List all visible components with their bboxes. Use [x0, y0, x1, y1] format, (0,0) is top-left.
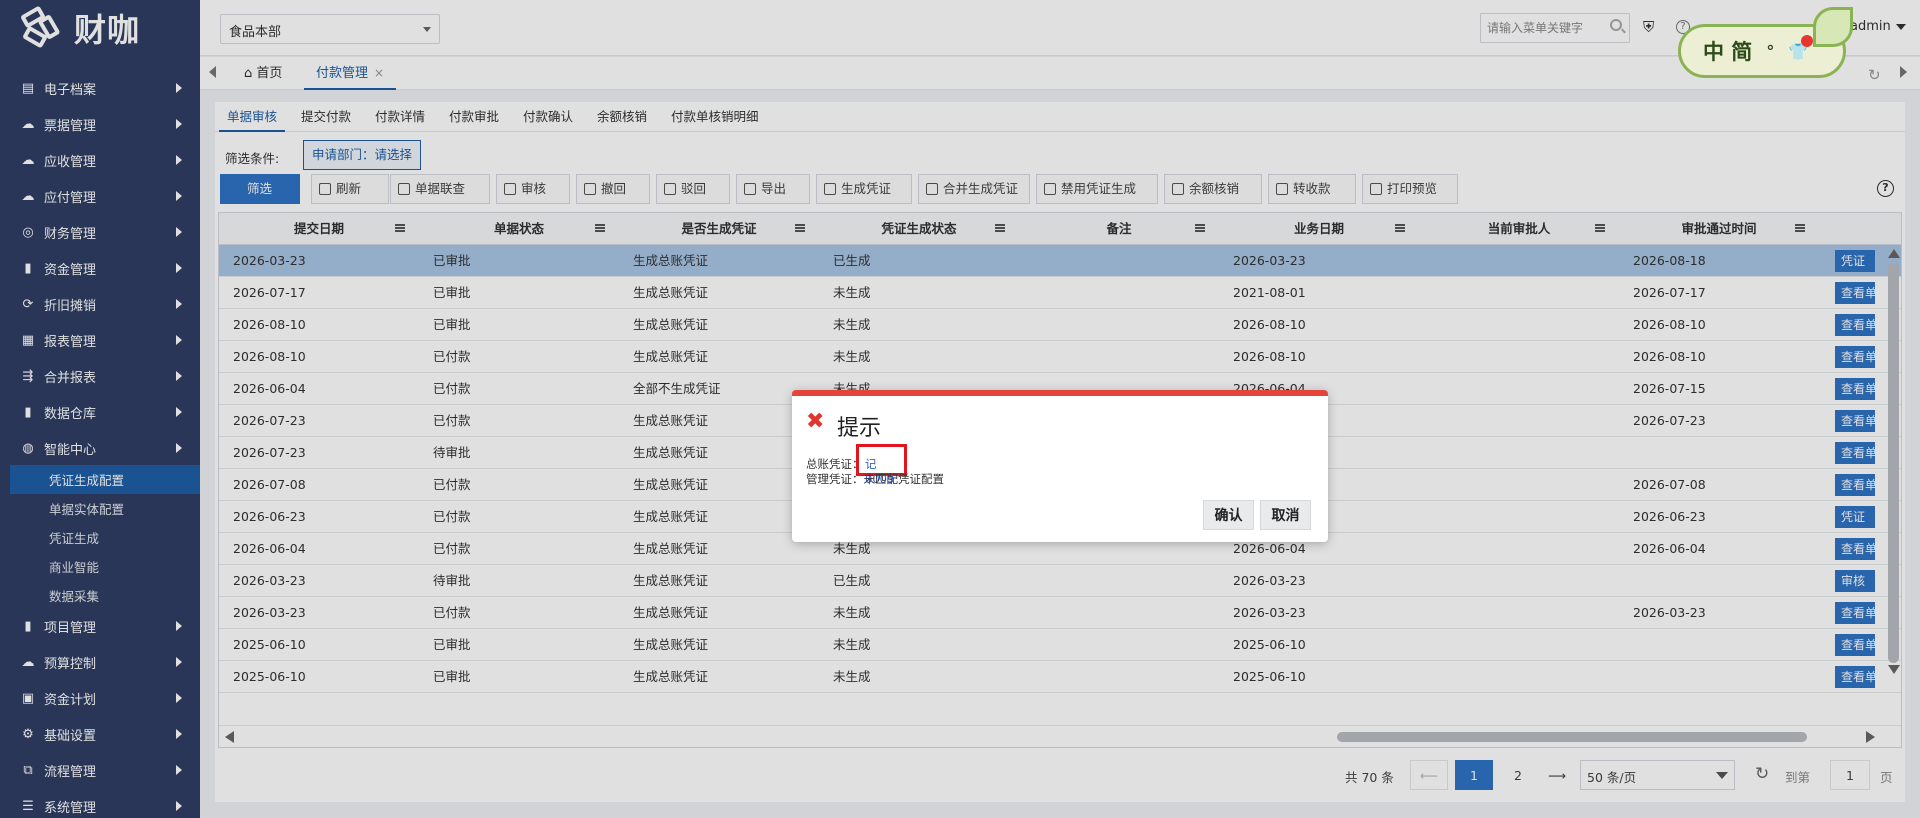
cancel-button[interactable]: 取消 — [1260, 500, 1311, 530]
leaf-decoration-icon — [1813, 7, 1853, 47]
ledger-voucher-label: 总账凭证： — [806, 457, 864, 471]
ime-punct-icon[interactable]: ° — [1766, 42, 1774, 61]
confirm-button[interactable]: 确认 — [1203, 500, 1254, 530]
management-voucher-text: 管理凭证：未匹配凭证配置 — [806, 472, 944, 486]
ime-notification-dot — [1801, 35, 1813, 47]
prompt-dialog: ✖ 提示 总账凭证： 记0009 管理凭证：未匹配凭证配置 确认 取消 — [792, 390, 1328, 542]
dialog-title: 提示 — [837, 416, 882, 441]
ime-toolbar[interactable]: 中 简 ° 👕 — [1678, 7, 1853, 78]
ime-mode-label: 中 简 — [1703, 40, 1753, 64]
error-x-icon: ✖ — [806, 409, 825, 434]
